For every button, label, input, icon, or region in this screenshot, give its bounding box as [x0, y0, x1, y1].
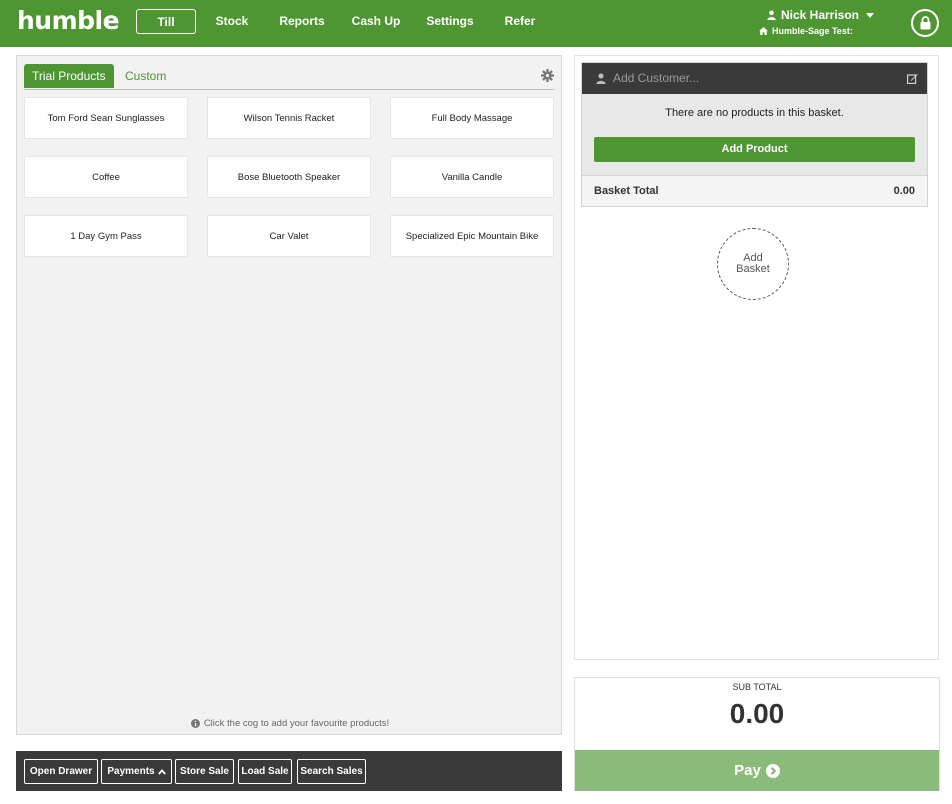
- basket-total-label: Basket Total: [594, 185, 659, 197]
- bottom-toolbar: Open Drawer Payments Store Sale Load Sal…: [16, 751, 562, 791]
- chevron-circle-right-icon: [765, 763, 780, 778]
- hint-text: Click the cog to add your favourite prod…: [203, 718, 390, 729]
- product-tile[interactable]: 1 Day Gym Pass: [24, 215, 188, 257]
- product-tile[interactable]: Bose Bluetooth Speaker: [207, 156, 371, 198]
- edit-icon[interactable]: [907, 73, 918, 84]
- chevron-up-icon: [157, 768, 166, 775]
- info-icon: [190, 719, 200, 728]
- user-menu[interactable]: Nick Harrison Humble-Sage Test:: [758, 8, 874, 36]
- pay-button[interactable]: Pay: [575, 750, 939, 791]
- open-drawer-label: Open Drawer: [29, 766, 93, 777]
- empty-basket-message: There are no products in this basket.: [665, 107, 844, 119]
- lock-icon: [920, 16, 930, 30]
- store-sale-label: Store Sale: [180, 766, 229, 777]
- tab-custom[interactable]: Custom: [117, 64, 174, 88]
- product-tile[interactable]: Coffee: [24, 156, 188, 198]
- nav-reports[interactable]: Reports: [274, 9, 330, 34]
- nav-cash-up[interactable]: Cash Up: [348, 9, 404, 34]
- payments-label: Payments: [107, 766, 155, 777]
- home-icon: [758, 27, 768, 35]
- open-drawer-button[interactable]: Open Drawer: [24, 759, 98, 784]
- tab-trial-products[interactable]: Trial Products: [24, 64, 114, 88]
- load-sale-label: Load Sale: [241, 766, 289, 777]
- user-icon: [767, 10, 776, 20]
- user-name: Nick Harrison: [780, 8, 859, 22]
- store-sale-button[interactable]: Store Sale: [175, 759, 234, 784]
- basket-total-value: 0.00: [893, 185, 915, 197]
- add-product-button[interactable]: Add Product: [594, 137, 915, 162]
- subtotal-box: SUB TOTAL 0.00 Pay: [574, 677, 940, 791]
- search-sales-label: Search Sales: [300, 766, 363, 777]
- product-tabs: Trial Products Custom: [24, 64, 554, 90]
- add-customer-label[interactable]: Add Customer...: [613, 71, 699, 85]
- load-sale-button[interactable]: Load Sale: [238, 759, 292, 784]
- product-tile[interactable]: Wilson Tennis Racket: [207, 97, 371, 139]
- subtotal-value: 0.00: [729, 698, 785, 729]
- nav-stock[interactable]: Stock: [208, 9, 256, 34]
- cog-icon[interactable]: [541, 69, 554, 82]
- search-sales-button[interactable]: Search Sales: [297, 759, 366, 784]
- product-tile[interactable]: Specialized Epic Mountain Bike: [390, 215, 554, 257]
- product-tile[interactable]: Vanilla Candle: [390, 156, 554, 198]
- add-basket-line2: Basket: [736, 263, 770, 275]
- payments-button[interactable]: Payments: [101, 759, 172, 784]
- caret-down-icon: [866, 12, 874, 18]
- product-tile[interactable]: Full Body Massage: [390, 97, 554, 139]
- product-tile[interactable]: Tom Ford Sean Sunglasses: [24, 97, 188, 139]
- nav-settings[interactable]: Settings: [422, 9, 478, 34]
- favourites-hint: Click the cog to add your favourite prod…: [17, 718, 563, 729]
- humble-logo[interactable]: humble: [17, 6, 120, 35]
- store-name: Humble-Sage Test:: [771, 26, 853, 36]
- lock-button[interactable]: [911, 9, 939, 37]
- pay-label: Pay: [734, 762, 761, 779]
- basket-total-row: Basket Total 0.00: [582, 175, 927, 206]
- nav-till[interactable]: Till: [136, 9, 196, 34]
- basket-area: Add Customer... There are no products in…: [574, 55, 939, 660]
- product-tile[interactable]: Car Valet: [207, 215, 371, 257]
- products-panel: Trial Products Custom Tom Ford Sean Sung…: [16, 55, 562, 735]
- subtotal-label: SUB TOTAL: [724, 682, 790, 692]
- basket: Add Customer... There are no products in…: [581, 62, 928, 207]
- customer-header[interactable]: Add Customer...: [582, 63, 927, 94]
- subtotal-label-wrap: SUB TOTAL: [575, 677, 939, 695]
- nav-refer[interactable]: Refer: [498, 9, 542, 34]
- top-nav-bar: humble Till Stock Reports Cash Up Settin…: [0, 0, 952, 47]
- user-icon: [596, 73, 606, 84]
- add-basket-button[interactable]: Add Basket: [717, 228, 789, 300]
